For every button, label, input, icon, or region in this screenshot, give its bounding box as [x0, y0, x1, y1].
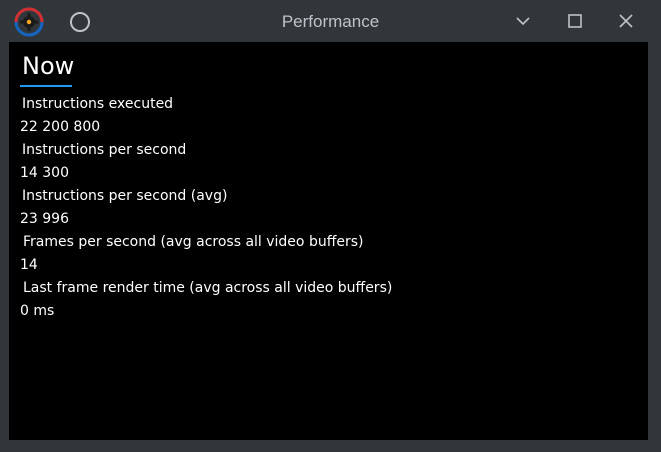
app-gear-icon[interactable]	[14, 7, 44, 37]
metric-value-instructions-executed: 22 200 800	[20, 119, 101, 135]
performance-window: Performance Now Instructions executed 22…	[0, 0, 661, 452]
title-bar[interactable]: Performance	[0, 0, 661, 42]
tab-now[interactable]: Now	[22, 52, 75, 80]
metric-label-instructions-executed: Instructions executed	[22, 96, 174, 112]
metric-label-last-frame-render-time: Last frame render time (avg across all v…	[23, 280, 393, 296]
metric-value-frames-per-second: 14	[20, 257, 38, 273]
window-title: Performance	[281, 12, 380, 31]
metric-value-last-frame-render-time: 0 ms	[20, 303, 55, 319]
window-bottom-border[interactable]	[0, 440, 661, 452]
metric-label-instructions-per-second-avg: Instructions per second (avg)	[22, 188, 228, 204]
maximize-icon[interactable]	[564, 10, 586, 32]
minimize-icon[interactable]	[512, 10, 534, 32]
close-icon[interactable]	[615, 10, 637, 32]
metric-label-frames-per-second: Frames per second (avg across all video …	[23, 234, 364, 250]
metric-label-instructions-per-second: Instructions per second	[22, 142, 187, 158]
performance-panel: Now Instructions executed 22 200 800 Ins…	[9, 42, 648, 440]
on-all-desktops-button[interactable]	[70, 12, 90, 32]
active-tab-indicator	[20, 85, 72, 87]
metric-value-instructions-per-second-avg: 23 996	[20, 211, 69, 227]
metric-value-instructions-per-second: 14 300	[20, 165, 69, 181]
